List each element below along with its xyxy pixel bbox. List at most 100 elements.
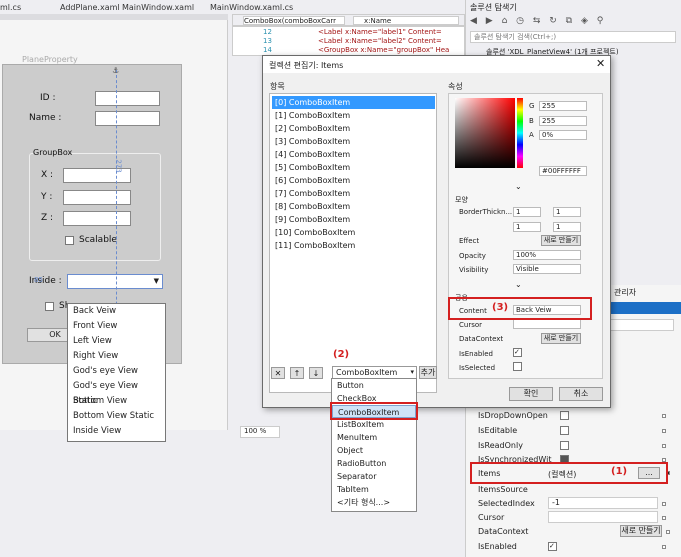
add-button[interactable]: 추가 [419, 366, 437, 379]
dropdown-item[interactable]: Inside View [68, 424, 165, 439]
bt-left[interactable]: 1 [513, 207, 541, 217]
code-line: <GroupBox x:Name="groupBox" Hea [318, 46, 450, 54]
prop-name: DataContext [478, 527, 529, 536]
dropdown-item[interactable]: Left View [68, 334, 165, 349]
datacontext-new-button[interactable]: 새로 만들기 [620, 525, 662, 537]
move-up-button[interactable]: ↑ [290, 367, 304, 379]
hue-slider[interactable] [517, 98, 523, 168]
solution-search-input[interactable]: 솔루션 탐색기 검색(Ctrl+;) [470, 31, 676, 43]
datacontext-new-button[interactable]: 새로 만들기 [541, 333, 581, 344]
list-item[interactable]: [4] ComboBoxItem [272, 148, 435, 161]
list-item[interactable]: [8] ComboBoxItem [272, 200, 435, 213]
tab-mainwindow-xaml[interactable]: MainWindow.xaml [122, 3, 194, 12]
prop-name: IsReadOnly [478, 441, 523, 450]
tab-addplane-xaml[interactable]: AddPlane.xaml [60, 3, 120, 12]
inside-combobox[interactable]: ▼ [67, 274, 163, 289]
remove-button[interactable]: ✕ [271, 367, 285, 379]
list-item[interactable]: [6] ComboBoxItem [272, 174, 435, 187]
arrow-up-icon: ↑ [293, 369, 301, 378]
element-combo[interactable]: ComboBox(comboBoxCarr [243, 16, 345, 25]
properties-header: 관리자 [614, 288, 637, 297]
type-option[interactable]: RadioButton [332, 457, 416, 470]
cursor-combo[interactable] [513, 319, 581, 329]
ok-button[interactable]: 확인 [509, 387, 553, 401]
annotation-box-1 [470, 462, 668, 484]
list-item[interactable]: [1] ComboBoxItem [272, 109, 435, 122]
bt-bottom[interactable]: 1 [553, 222, 581, 232]
y-label: Y : [41, 192, 53, 202]
type-option[interactable]: <기타 형식...> [332, 496, 416, 509]
dropdown-item[interactable]: God's eye View [68, 364, 165, 379]
show-checkbox[interactable] [45, 302, 54, 311]
dropdown-item[interactable]: Front View [68, 319, 165, 334]
bt-right[interactable]: 1 [513, 222, 541, 232]
property-marker [662, 444, 666, 448]
dropdown-item[interactable]: God's eye View Static [68, 379, 165, 406]
bt-top[interactable]: 1 [553, 207, 581, 217]
y-field[interactable] [63, 190, 131, 205]
cursor-label: Cursor [459, 321, 483, 329]
isreadonly-checkbox[interactable] [560, 441, 569, 450]
color-picker[interactable] [455, 98, 515, 168]
name-field[interactable] [95, 111, 160, 126]
cancel-button[interactable]: 취소 [559, 387, 603, 401]
g-field[interactable]: 255 [539, 101, 587, 111]
visibility-combo[interactable]: Visible [513, 264, 581, 274]
type-option[interactable]: Button [332, 379, 416, 392]
dropdown-item[interactable]: Back Veiw [68, 304, 165, 319]
list-item[interactable]: [2] ComboBoxItem [272, 122, 435, 135]
list-item[interactable]: [5] ComboBoxItem [272, 161, 435, 174]
chevron-down-icon: ▼ [153, 277, 159, 285]
dropdown-item[interactable]: Right View [68, 349, 165, 364]
b-label: B [529, 117, 534, 125]
annotation-box-2 [330, 402, 418, 420]
property-marker [662, 502, 666, 506]
b-field[interactable]: 255 [539, 116, 587, 126]
list-item[interactable]: [7] ComboBoxItem [272, 187, 435, 200]
isenabled-label: IsEnabled [459, 350, 493, 358]
list-item[interactable]: [9] ComboBoxItem [272, 213, 435, 226]
iseditable-checkbox[interactable] [560, 426, 569, 435]
type-option[interactable]: TabItem [332, 483, 416, 496]
selectedindex-field[interactable]: -1 [548, 497, 658, 509]
effect-new-button[interactable]: 새로 만들기 [541, 235, 581, 246]
isenabled-checkbox[interactable]: ✓ [548, 542, 557, 551]
code-line: <Label x:Name="label1" Content= [318, 28, 442, 36]
tab-mainwindow-xaml-cs[interactable]: MainWindow.xaml.cs [210, 3, 293, 12]
scalable-checkbox[interactable] [65, 236, 74, 245]
type-option[interactable]: Object [332, 444, 416, 457]
list-item[interactable]: [10] ComboBoxItem [272, 226, 435, 239]
items-header: 항목 [270, 82, 285, 91]
prop-name: SelectedIndex [478, 499, 535, 508]
arrow-down-icon: ↓ [312, 369, 320, 378]
dropdown-item[interactable]: Bottom View [68, 394, 165, 409]
type-option[interactable]: MenuItem [332, 431, 416, 444]
dropdown-item[interactable]: Bottom View Static [68, 409, 165, 424]
move-down-button[interactable]: ↓ [309, 367, 323, 379]
list-item[interactable]: [11] ComboBoxItem [272, 239, 435, 252]
type-option[interactable]: Separator [332, 470, 416, 483]
a-field[interactable]: 0% [539, 130, 587, 140]
z-field[interactable] [63, 211, 131, 226]
prop-name: ItemsSource [478, 485, 528, 494]
name-combo[interactable]: x:Name [353, 16, 459, 25]
zoom-combo[interactable]: 100 % [240, 426, 280, 438]
anchor-icon: ⚓ [112, 66, 120, 75]
section-layout: 모양 [455, 196, 468, 204]
isdropdownopen-checkbox[interactable] [560, 411, 569, 420]
close-icon[interactable]: ✕ [596, 57, 605, 70]
list-item[interactable]: [3] ComboBoxItem [272, 135, 435, 148]
cursor-combo[interactable] [548, 511, 658, 523]
g-label: G [529, 102, 535, 110]
property-marker [662, 414, 666, 418]
xaml-editor[interactable]: 12 <Label x:Name="label1" Content= 13 <L… [232, 26, 465, 56]
list-item[interactable]: [0] ComboBoxItem [272, 96, 435, 109]
tab-ml-cs[interactable]: ml.cs [0, 3, 21, 12]
isselected-label: IsSelected [459, 364, 496, 372]
opacity-field[interactable]: 100% [513, 250, 581, 260]
hex-field[interactable]: #00FFFFFF [539, 166, 587, 176]
isenabled-checkbox[interactable]: ✓ [513, 348, 522, 357]
effect-label: Effect [459, 237, 480, 245]
isselected-checkbox[interactable] [513, 362, 522, 371]
id-field[interactable] [95, 91, 160, 106]
